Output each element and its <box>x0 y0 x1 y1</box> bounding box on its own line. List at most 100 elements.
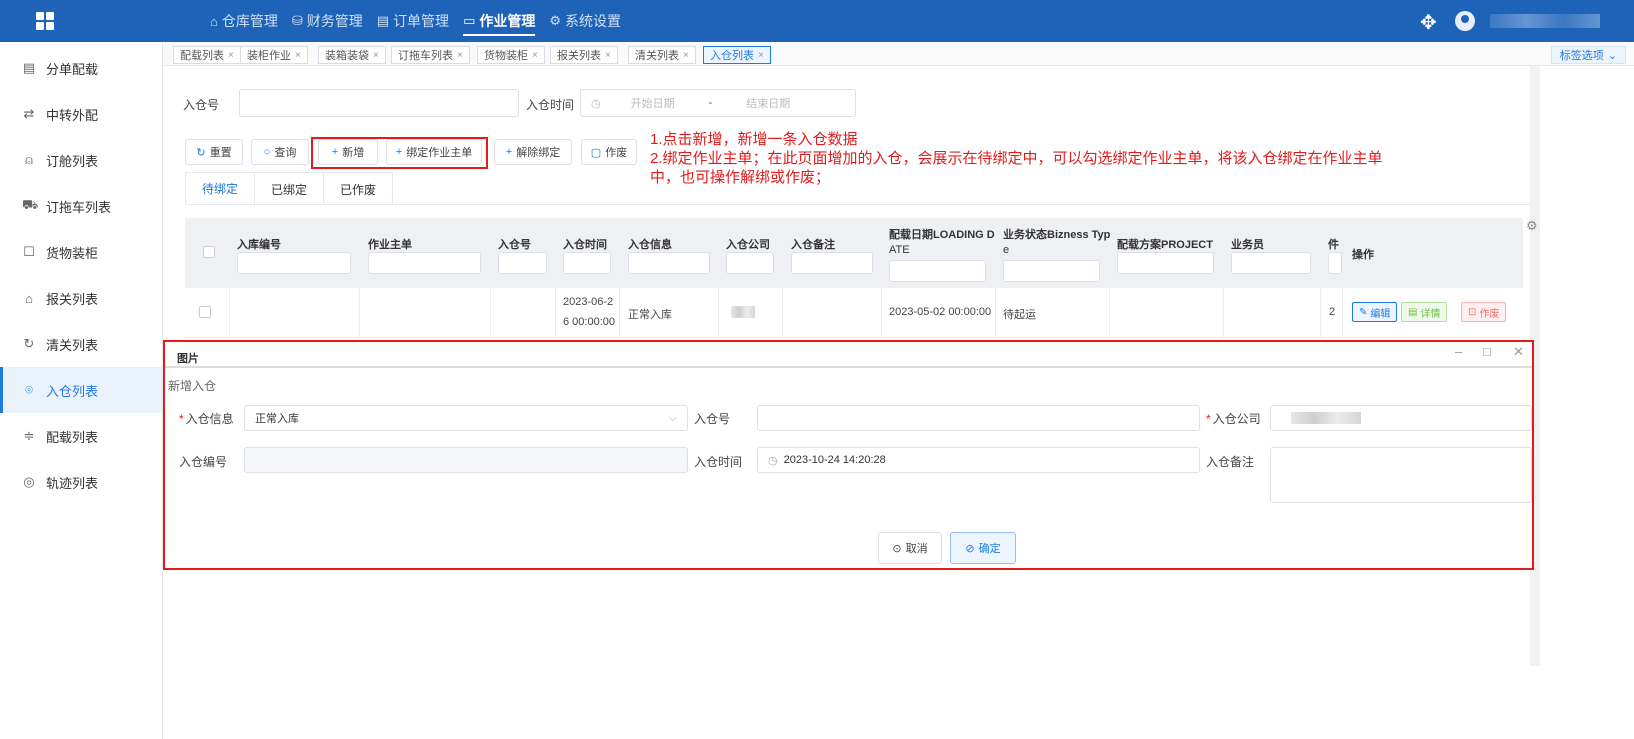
company-label: * 入仓公司 <box>1206 412 1261 426</box>
sidebar-item-tracking[interactable]: ◎ 轨迹列表 <box>0 459 162 505</box>
void-button[interactable]: ▢ 作废 <box>581 139 637 165</box>
filter-input[interactable] <box>237 252 351 274</box>
move-icon[interactable]: ✥ <box>1420 10 1437 35</box>
tag-clearance[interactable]: 清关列表 × <box>628 46 696 64</box>
close-icon[interactable]: × <box>683 50 689 61</box>
add-inbound-dialog: 图片 – □ ✕ 新增入仓 * 入仓信息 正常入库 ⌵ 入仓号 * 入仓公司 入仓编… <box>163 340 1534 570</box>
cell-divider <box>1320 288 1321 338</box>
main-nav: ⌂ 仓库管理 ⛁ 财务管理 ▤ 订单管理 ▭ 作业管理 ⚙ 系统设置 <box>210 0 621 42</box>
filter-input[interactable] <box>498 252 547 274</box>
ship-icon: ⍝ <box>25 152 33 167</box>
row-checkbox[interactable] <box>199 306 211 318</box>
cell-inbound-info: 正常入库 <box>628 309 672 321</box>
sidebar-item-inbound[interactable]: ⌾ 入仓列表 <box>0 367 162 413</box>
select-all-checkbox[interactable] <box>203 246 215 258</box>
avatar[interactable] <box>1455 11 1475 31</box>
unbind-button[interactable]: + 解除绑定 <box>494 139 572 165</box>
tab-voided[interactable]: 已作废 <box>323 172 394 205</box>
sidebar-item-clearance[interactable]: ↻ 清关列表 <box>0 321 162 367</box>
close-icon[interactable]: × <box>228 50 234 61</box>
no-label: 入仓号 <box>694 412 731 426</box>
filter-input[interactable] <box>628 252 710 274</box>
remark-textarea[interactable] <box>1270 447 1532 503</box>
start-date-placeholder[interactable]: 开始日期 <box>631 95 675 111</box>
maximize-icon[interactable]: □ <box>1483 344 1491 359</box>
close-icon[interactable]: × <box>295 50 301 61</box>
gear-icon[interactable]: ⚙ <box>1526 218 1538 234</box>
nav-finance[interactable]: ⛁ 财务管理 <box>292 0 363 42</box>
close-icon[interactable]: ✕ <box>1513 344 1524 360</box>
edit-button[interactable]: ✎ 编辑 <box>1352 302 1398 322</box>
close-icon[interactable]: × <box>758 50 764 61</box>
col-header-wrap: ATE <box>889 244 910 256</box>
sidebar-item-container[interactable]: ☐ 货物装柜 <box>0 229 162 275</box>
apps-grid-icon[interactable] <box>36 12 54 30</box>
close-icon[interactable]: × <box>532 50 538 61</box>
sidebar-item-transfer[interactable]: ⇄ 中转外配 <box>0 91 162 137</box>
inbound-time-picker[interactable]: ◷ 2023-10-24 14:20:28 <box>757 447 1200 473</box>
plus-icon: + <box>505 146 513 158</box>
close-icon[interactable]: × <box>457 50 463 61</box>
table-header: 入库编号 作业主单 入仓号 入仓时间 入仓信息 入仓公司 入仓备注 配载日期LO… <box>185 218 1523 288</box>
nav-warehouse[interactable]: ⌂ 仓库管理 <box>210 0 278 42</box>
col-header-wrap: e <box>1003 244 1010 256</box>
row-void-button[interactable]: ⊡ 作废 <box>1461 302 1507 322</box>
warehouse-icon: ⌾ <box>25 382 33 397</box>
sidebar-item-customs[interactable]: ⌂ 报关列表 <box>0 275 162 321</box>
dialog-subtitle: 新增入仓 <box>168 379 217 393</box>
username-redacted[interactable] <box>1490 14 1600 28</box>
clock-icon: ◷ <box>768 454 778 467</box>
customs-icon: ⌂ <box>25 290 33 306</box>
sidebar-item-truck[interactable]: ⛟ 订拖车列表 <box>0 183 162 229</box>
gear-icon: ⚙ <box>549 13 562 28</box>
end-date-placeholder[interactable]: 结束日期 <box>746 95 790 111</box>
tag-customs[interactable]: 报关列表 × <box>550 46 618 64</box>
tag-container-op[interactable]: 装柜作业 × <box>240 46 308 64</box>
tag-boxing[interactable]: 装箱装袋 × <box>318 46 386 64</box>
tag-inbound[interactable]: 入仓列表 × <box>703 46 771 64</box>
tag-truck[interactable]: 订拖车列表 × <box>391 46 470 64</box>
filter-input[interactable] <box>1328 252 1342 274</box>
inbound-date-range[interactable]: ◷ 开始日期 - 结束日期 <box>580 89 856 117</box>
tag-loading[interactable]: 货物装柜 × <box>477 46 545 64</box>
filter-input[interactable] <box>1003 260 1100 282</box>
transfer-icon: ⇄ <box>23 106 35 121</box>
company-field[interactable] <box>1270 405 1532 431</box>
query-button[interactable]: ○ 查询 <box>251 139 309 165</box>
sidebar-item-split-loading[interactable]: ▤ 分单配载 <box>0 45 162 91</box>
filter-input[interactable] <box>563 252 611 274</box>
inbound-no-input[interactable] <box>239 89 519 117</box>
document-icon: ▤ <box>376 13 390 28</box>
close-icon[interactable]: × <box>605 50 611 61</box>
inbound-info-select[interactable]: 正常入库 ⌵ <box>244 405 688 431</box>
filter-input[interactable] <box>726 252 774 274</box>
cell-divider <box>229 288 230 338</box>
filter-input[interactable] <box>791 252 873 274</box>
detail-button[interactable]: ▤ 详情 <box>1401 302 1448 322</box>
document-icon: ▤ <box>1408 306 1418 318</box>
filter-input[interactable] <box>889 260 986 282</box>
tab-bound[interactable]: 已绑定 <box>254 172 325 205</box>
inbound-no-field[interactable] <box>757 405 1200 431</box>
cell-inbound-time: 2023-06-2 <box>563 296 614 308</box>
top-bar: ⌂ 仓库管理 ⛁ 财务管理 ▤ 订单管理 ▭ 作业管理 ⚙ 系统设置 ✥ <box>0 0 1634 42</box>
tag-options-button[interactable]: 标签选项 ⌄ <box>1550 46 1626 64</box>
nav-operations[interactable]: ▭ 作业管理 <box>463 0 536 42</box>
tab-pending-bind[interactable]: 待绑定 <box>185 172 256 205</box>
minimize-icon[interactable]: – <box>1455 344 1462 359</box>
tag-stowage[interactable]: 配载列表 × <box>173 46 241 64</box>
col-header: 件 <box>1328 239 1339 251</box>
sidebar-item-stowage[interactable]: ≑ 配载列表 <box>0 413 162 459</box>
reset-button[interactable]: ↻ 重置 <box>185 139 243 165</box>
close-icon[interactable]: × <box>373 50 379 61</box>
filter-input[interactable] <box>1231 252 1311 274</box>
dialog-header-divider <box>165 366 1532 368</box>
filter-input[interactable] <box>1117 252 1214 274</box>
confirm-button[interactable]: ⊘ 确定 <box>950 532 1016 564</box>
filter-input[interactable] <box>368 252 481 274</box>
cancel-button[interactable]: ⊙ 取消 <box>878 532 942 564</box>
nav-settings[interactable]: ⚙ 系统设置 <box>549 0 621 42</box>
nav-orders[interactable]: ▤ 订单管理 <box>377 0 449 42</box>
sidebar-item-booking[interactable]: ⍝ 订舱列表 <box>0 137 162 183</box>
clock-icon: ◷ <box>591 97 601 110</box>
